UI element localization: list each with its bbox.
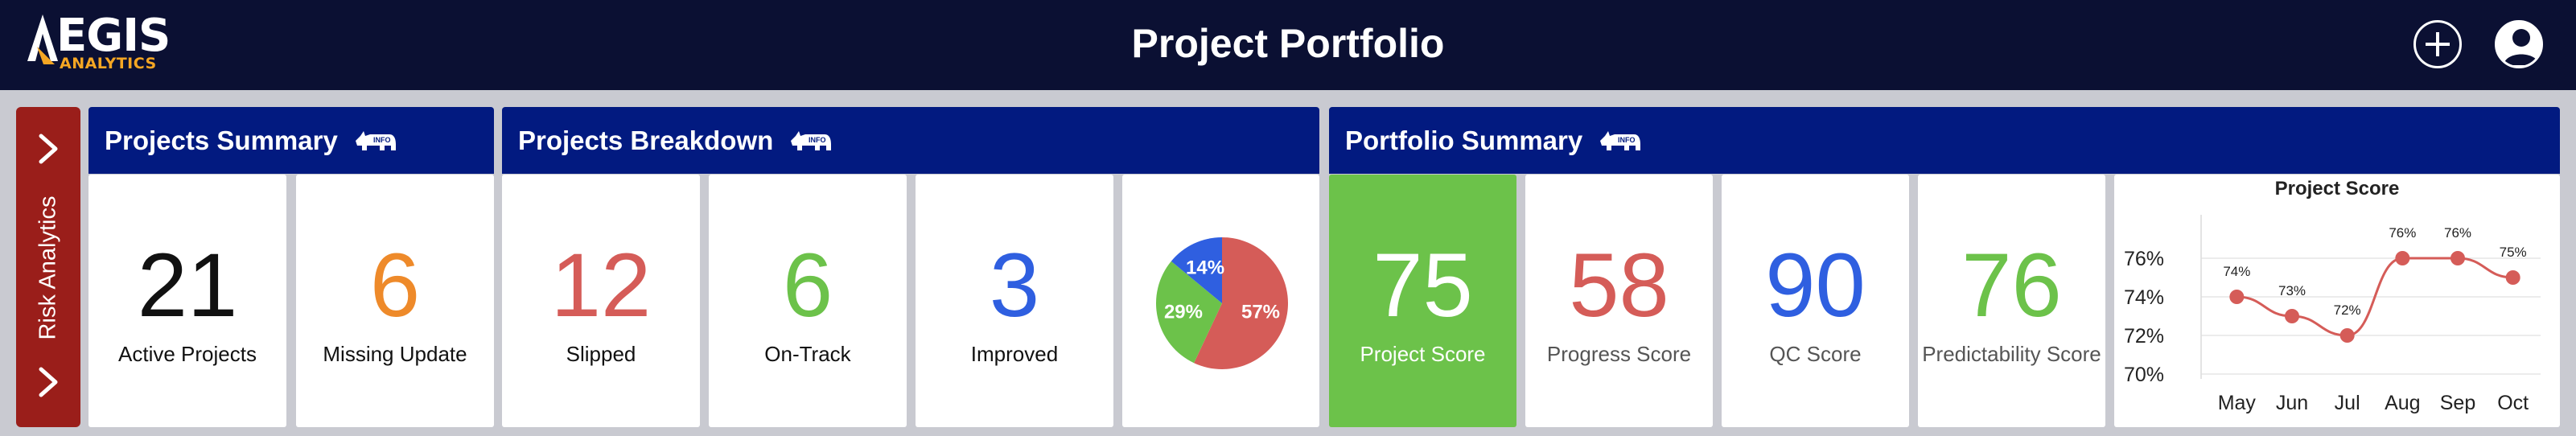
project-score-card[interactable]: 75 Project Score [1329,175,1516,427]
rhino-info-icon[interactable]: INFO [1597,128,1642,154]
progress-score-card[interactable]: 58 Progress Score [1525,175,1713,427]
data-point[interactable] [2339,328,2355,343]
add-button[interactable] [2413,20,2462,68]
project-score-chart-card[interactable]: Project Score 70% 72% 74% 76% May Jun Jul Aug Se… [2114,175,2560,427]
y-tick-label: 76% [2124,248,2164,270]
user-profile-button[interactable] [2495,20,2543,68]
rhino-info-icon[interactable]: INFO [352,128,397,154]
top-bar: EGIS ANALYTICS Project Portfolio [0,0,2576,90]
chevron-right-icon [39,134,58,164]
improved-value: 3 [989,235,1040,335]
data-label: 74% [2223,264,2250,279]
svg-text:INFO: INFO [373,136,391,144]
on-track-card[interactable]: 6 On-Track [709,175,907,427]
sidebar-label: Risk Analytics [35,195,61,340]
breakdown-pie-chart: 57% 29% 14% [1156,237,1288,369]
rhino-info-icon[interactable]: INFO [788,128,833,154]
projects-breakdown-header: Projects Breakdown INFO [502,107,1319,174]
data-label: 72% [2334,302,2361,318]
data-label: 75% [2500,245,2527,260]
data-point[interactable] [2505,270,2520,285]
panel-title: Projects Summary [105,125,338,155]
panel-title: Portfolio Summary [1345,125,1583,155]
x-tick-label: Jul [2335,392,2360,414]
chevron-right-icon [39,367,58,397]
x-tick-label: Sep [2440,392,2475,414]
predictability-score-value: 76 [1961,235,2062,335]
data-label: 76% [2444,225,2471,241]
qc-score-card[interactable]: 90 QC Score [1722,175,1909,427]
x-tick-label: May [2218,392,2257,414]
svg-text:INFO: INFO [1618,136,1636,144]
breakdown-pie-card[interactable]: 57% 29% 14% [1122,175,1319,427]
missing-update-card[interactable]: 6 Missing Update [296,175,494,427]
portfolio-summary-header: Portfolio Summary INFO [1329,107,2560,174]
sidebar-expand-button-bottom[interactable] [31,364,66,400]
panel-title: Projects Breakdown [518,125,774,155]
data-point[interactable] [2229,290,2245,304]
improved-label: Improved [970,342,1059,366]
active-projects-label: Active Projects [118,342,257,366]
slipped-card[interactable]: 12 Slipped [502,175,700,427]
plus-icon [2426,32,2450,56]
data-point[interactable] [2450,251,2465,265]
progress-score-label: Progress Score [1546,342,1692,366]
project-score-label: Project Score [1360,342,1486,366]
y-tick-label: 70% [2124,364,2164,386]
data-label: 73% [2278,283,2306,298]
pie-slice-label: 29% [1164,302,1203,323]
y-tick-label: 72% [2124,325,2164,348]
predictability-score-card[interactable]: 76 Predictability Score [1918,175,2105,427]
missing-update-value: 6 [369,235,421,335]
user-avatar-icon [2504,29,2539,65]
pie-slice-label: 14% [1186,257,1224,278]
x-tick-label: Oct [2497,392,2529,414]
improved-card[interactable]: 3 Improved [916,175,1113,427]
qc-score-value: 90 [1765,235,1866,335]
data-point[interactable] [2395,251,2410,265]
pie-slice-label: 57% [1241,302,1280,323]
on-track-label: On-Track [764,342,851,366]
project-score-line-chart: 70% 72% 74% 76% May Jun Jul Aug Sep Oct 74% 73% 72% 7… [2124,215,2541,414]
projects-summary-header: Projects Summary INFO [88,107,494,174]
on-track-value: 6 [782,235,833,335]
data-point[interactable] [2285,309,2299,323]
page-title: Project Portfolio [1131,21,1445,66]
slipped-value: 12 [550,235,652,335]
active-projects-card[interactable]: 21 Active Projects [88,175,286,427]
sidebar-expand-button-top[interactable] [31,131,66,167]
slipped-label: Slipped [566,342,636,366]
active-projects-value: 21 [137,235,238,335]
progress-score-value: 58 [1569,235,1669,335]
qc-score-label: QC Score [1769,342,1862,366]
data-label: 76% [2389,225,2416,241]
x-tick-label: Aug [2385,392,2420,414]
risk-analytics-sidebar[interactable]: Risk Analytics [16,107,80,427]
missing-update-label: Missing Update [323,342,467,366]
svg-text:INFO: INFO [809,136,826,144]
predictability-score-label: Predictability Score [1922,342,2101,366]
y-tick-label: 74% [2124,286,2164,309]
x-tick-label: Jun [2276,392,2308,414]
project-score-value: 75 [1372,235,1473,335]
